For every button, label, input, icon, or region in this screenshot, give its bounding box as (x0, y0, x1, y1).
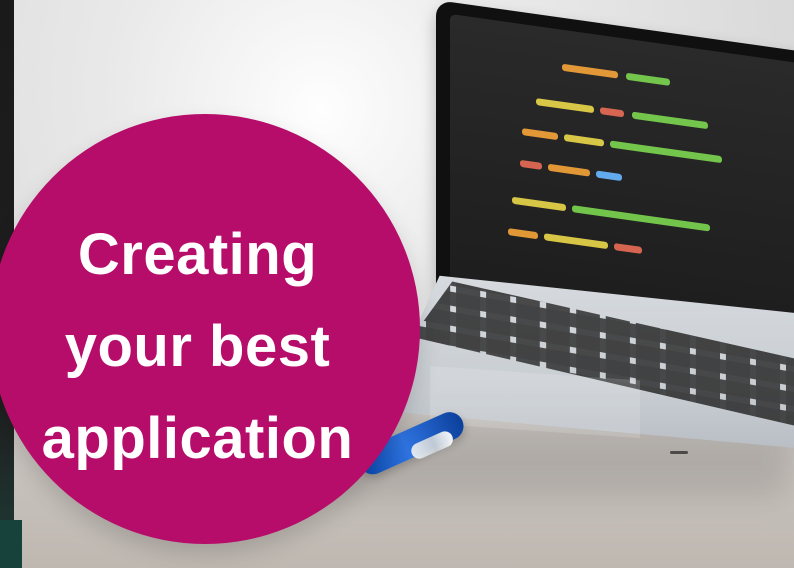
code-line (572, 205, 710, 232)
hero-image: Creating your best application (0, 0, 794, 568)
code-line (522, 128, 558, 141)
code-line (562, 63, 618, 79)
code-line (520, 159, 542, 170)
code-line (610, 140, 722, 164)
code-line (600, 107, 624, 118)
code-line (632, 111, 708, 130)
code-line (626, 72, 670, 86)
laptop-indicator-light (670, 451, 688, 454)
headline-line-3: application (41, 406, 354, 471)
promo-badge-text: Creating your best application (0, 226, 395, 468)
code-line (536, 98, 594, 114)
code-line (512, 196, 566, 212)
code-line (548, 163, 590, 177)
code-line (508, 228, 538, 240)
headline-line-1: Creating (77, 222, 318, 287)
code-line (544, 233, 608, 250)
code-line (564, 133, 604, 147)
bottom-left-corner (0, 520, 22, 568)
headline-line-2: your best (64, 314, 331, 379)
code-line (614, 243, 642, 254)
code-line (596, 170, 622, 182)
